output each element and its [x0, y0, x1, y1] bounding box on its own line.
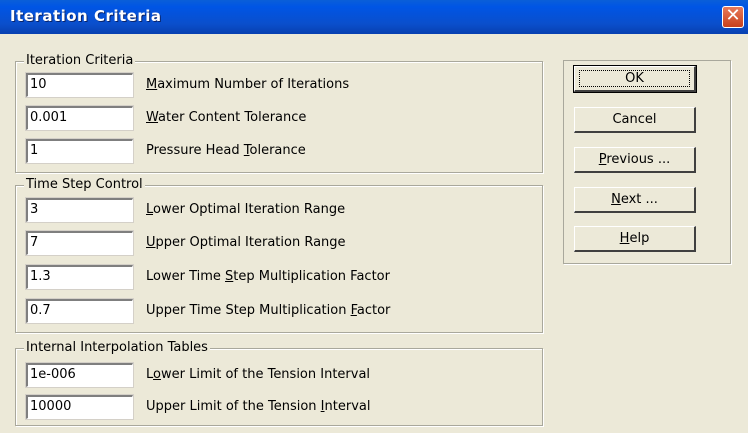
ok-button[interactable]: OK: [573, 65, 697, 93]
cancel-button[interactable]: Cancel: [574, 107, 696, 133]
upper-optimal-iteration-input[interactable]: 7: [25, 230, 134, 256]
group-label: Time Step Control: [24, 177, 145, 192]
water-content-tolerance-label: Water Content Tolerance: [146, 110, 307, 125]
upper-optimal-iteration-label: Upper Optimal Iteration Range: [146, 235, 346, 250]
upper-tension-limit-label: Upper Limit of the Tension Interval: [146, 399, 371, 414]
group-label: Iteration Criteria: [24, 53, 136, 68]
max-iterations-label: Maximum Number of Iterations: [146, 77, 350, 92]
pressure-head-tolerance-input[interactable]: 1: [25, 138, 134, 164]
water-content-tolerance-input[interactable]: 0.001: [25, 105, 134, 131]
title-bar[interactable]: Iteration Criteria ✕: [0, 0, 748, 34]
lower-optimal-iteration-label: Lower Optimal Iteration Range: [146, 202, 346, 217]
window-title: Iteration Criteria: [10, 7, 162, 25]
upper-multiplication-factor-label: Upper Time Step Multiplication Factor: [146, 303, 391, 318]
next-button[interactable]: Next ...: [574, 187, 696, 213]
iteration-criteria-group: Iteration Criteria 10 Maximum Number of …: [15, 53, 543, 173]
previous-button[interactable]: Previous ...: [574, 147, 696, 173]
help-button[interactable]: Help: [574, 226, 696, 252]
time-step-control-group: Time Step Control 3 Lower Optimal Iterat…: [15, 177, 543, 333]
pressure-head-tolerance-label: Pressure Head Tolerance: [146, 143, 306, 158]
focus-rect: [579, 70, 690, 87]
upper-multiplication-factor-input[interactable]: 0.7: [25, 298, 134, 324]
lower-multiplication-factor-input[interactable]: 1.3: [25, 264, 134, 290]
close-icon: ✕: [725, 5, 741, 26]
lower-tension-limit-input[interactable]: 1e-006: [25, 362, 134, 388]
lower-optimal-iteration-input[interactable]: 3: [25, 197, 134, 223]
lower-tension-limit-label: Lower Limit of the Tension Interval: [146, 367, 371, 382]
lower-multiplication-factor-label: Lower Time Step Multiplication Factor: [146, 269, 390, 284]
close-button[interactable]: ✕: [722, 6, 744, 28]
group-label: Internal Interpolation Tables: [24, 340, 210, 355]
max-iterations-input[interactable]: 10: [25, 72, 134, 98]
iteration-criteria-dialog: Iteration Criteria ✕ Iteration Criteria …: [0, 0, 748, 433]
interpolation-tables-group: Internal Interpolation Tables 1e-006 Low…: [15, 340, 543, 426]
upper-tension-limit-input[interactable]: 10000: [25, 394, 134, 420]
